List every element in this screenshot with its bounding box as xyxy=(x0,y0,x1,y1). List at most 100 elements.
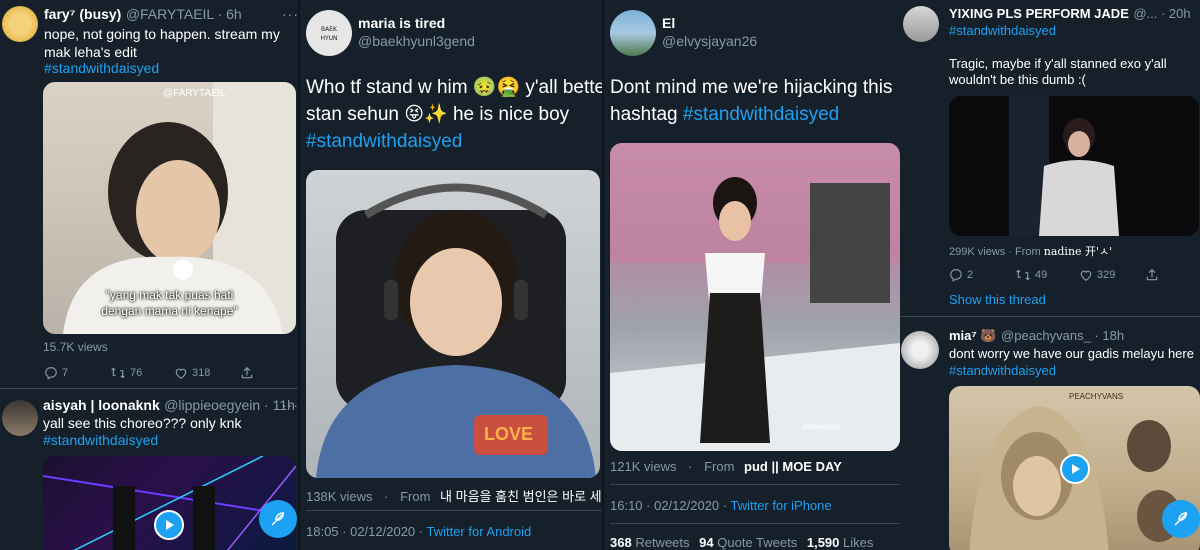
author-handle[interactable]: @peachyvans_ · 18h xyxy=(1001,328,1124,343)
avatar[interactable] xyxy=(610,10,656,56)
timestamp[interactable]: 16:10 · 02/12/2020 · xyxy=(610,498,730,513)
quotes-label: Quote Tweets xyxy=(717,535,798,550)
tweet-media[interactable] xyxy=(949,96,1199,236)
reply-button[interactable]: 7 xyxy=(44,366,110,380)
avatar-logo: BAEK HYUN xyxy=(320,26,338,42)
from-source-link[interactable]: nadine 开'ㅅ' xyxy=(1044,245,1112,258)
quotes-stat[interactable]: 94 Quote Tweets xyxy=(699,535,797,550)
media-watermark: wheeinsnz xyxy=(802,422,840,431)
tweet-media[interactable]: @FARYTAEIL "yang mak tak puas hati denga… xyxy=(43,82,296,334)
author-name[interactable]: aisyah | loonaknk xyxy=(43,397,160,413)
avatar[interactable]: BAEK HYUN xyxy=(306,10,352,56)
client-link[interactable]: Twitter for iPhone xyxy=(730,498,831,513)
svg-text:HYUN: HYUN xyxy=(320,35,337,42)
panel-col1: fary⁷ (busy) @FARYTAEIL · 6h ··· nope, n… xyxy=(0,0,298,550)
timestamp-row: 16:10 · 02/12/2020 · Twitter for iPhone xyxy=(610,498,832,513)
avatar[interactable] xyxy=(901,331,939,369)
engagement-stats: 368 Retweets 94 Quote Tweets 1,590 Likes xyxy=(610,535,873,550)
likes-label: Likes xyxy=(843,535,874,550)
reply-count: 2 xyxy=(967,269,974,281)
panel-col2: BAEK HYUN maria is tired @baekhyunl3gend … xyxy=(300,0,602,550)
hashtag-link[interactable]: #standwithdaisyed xyxy=(306,128,602,155)
feather-icon xyxy=(271,512,285,526)
author-handle[interactable]: @... · 20h xyxy=(1133,6,1190,21)
tweet-divider xyxy=(900,316,1200,317)
like-button[interactable]: 318 xyxy=(174,366,240,380)
svg-text:BAEK: BAEK xyxy=(321,26,338,33)
play-button[interactable] xyxy=(1060,454,1090,484)
tweet-header: YIXING PLS PERFORM JADE @... · 20h xyxy=(949,5,1191,23)
author-name[interactable]: maria is tired xyxy=(358,15,445,31)
avatar[interactable] xyxy=(903,6,939,42)
author-handle[interactable]: @FARYTAEIL · 6h xyxy=(126,6,242,22)
retweet-button[interactable]: 76 xyxy=(110,366,174,380)
hashtag-link[interactable]: #standwithdaisyed xyxy=(43,431,158,449)
play-icon xyxy=(166,520,174,530)
media-watermark: PEACHYVANS xyxy=(1069,392,1124,401)
separator: · xyxy=(384,489,389,504)
from-label: From xyxy=(704,459,735,474)
view-info: 138K views · From 내 마음을 훔친 범인은 바로 세… xyxy=(306,486,602,505)
retweets-label: Retweets xyxy=(635,535,690,550)
retweet-icon xyxy=(111,367,125,379)
play-button[interactable] xyxy=(154,510,184,540)
compose-tweet-button[interactable] xyxy=(1162,500,1200,538)
share-button[interactable] xyxy=(240,366,254,380)
author-name[interactable]: El xyxy=(662,15,675,31)
like-count: 329 xyxy=(1097,269,1116,281)
tweet-divider xyxy=(610,484,900,485)
like-button[interactable]: 329 xyxy=(1079,268,1145,282)
retweet-button[interactable]: 49 xyxy=(1015,268,1079,282)
reply-button[interactable]: 2 xyxy=(949,268,1015,282)
tweet-text-line: Who tf stand w him 🤢🤮 y'all better xyxy=(306,77,602,98)
hashtag-link[interactable]: #standwithdaisyed xyxy=(949,22,1056,40)
tweet-header: mia⁷ 🐻 @peachyvans_ · 18h xyxy=(949,327,1124,345)
view-count: 15.7K views xyxy=(43,340,108,354)
tweet-media[interactable] xyxy=(43,456,296,550)
author-handle[interactable]: @lippieoegyein · 11h xyxy=(164,397,295,413)
timestamp[interactable]: 18:05 · 02/12/2020 · xyxy=(306,524,426,539)
more-options-icon[interactable]: ··· xyxy=(282,397,298,413)
tweet-text-line: stan sehun 😝✨ he is nice boy xyxy=(306,104,570,125)
tweet-text: Tragic, maybe if y'all stanned exo y'all… xyxy=(949,56,1167,87)
tweet-text-line: Dont mind me we're hijacking this xyxy=(610,77,893,98)
tweet-text: Dont mind me we're hijacking this hashta… xyxy=(610,74,892,128)
media-caption: "yang mak tak puas hati dengan mama ni k… xyxy=(43,287,296,319)
heart-icon xyxy=(1080,270,1092,281)
author-handle[interactable]: @baekhyunl3gend xyxy=(358,33,475,49)
share-icon xyxy=(241,366,253,379)
from-source-link[interactable]: 내 마음을 훔친 범인은 바로 세… xyxy=(440,489,602,504)
avatar[interactable] xyxy=(2,400,38,436)
share-button[interactable] xyxy=(1145,268,1159,282)
tweet-actions: 2 49 329 xyxy=(949,268,1159,282)
avatar[interactable] xyxy=(2,6,38,42)
show-thread-link[interactable]: Show this thread xyxy=(949,291,1046,309)
author-name[interactable]: mia⁷ 🐻 xyxy=(949,328,997,343)
view-info: 121K views · From pud || MOE DAY xyxy=(610,459,842,474)
author-handle[interactable]: @elvysjayan26 xyxy=(662,33,757,49)
tweet-header: fary⁷ (busy) @FARYTAEIL · 6h xyxy=(44,6,242,24)
retweets-stat[interactable]: 368 Retweets xyxy=(610,535,690,550)
hashtag-link[interactable]: #standwithdaisyed xyxy=(949,362,1056,380)
hashtag-link[interactable]: #standwithdaisyed xyxy=(683,104,839,125)
view-info: 299K views · From nadine 开'ㅅ' xyxy=(949,243,1112,259)
tweet-text: nope, not going to happen. stream my mak… xyxy=(44,26,280,60)
retweet-count: 49 xyxy=(1035,269,1048,281)
view-count: 138K views xyxy=(306,489,373,504)
more-options-icon[interactable]: ··· xyxy=(282,6,298,22)
client-link[interactable]: Twitter for Android xyxy=(426,524,531,539)
from-source-link[interactable]: pud || MOE DAY xyxy=(744,459,842,474)
view-count: 121K views xyxy=(610,459,677,474)
compose-tweet-button[interactable] xyxy=(259,500,297,538)
tweet-media[interactable]: wheeinsnz xyxy=(610,143,900,451)
from-label: From xyxy=(400,489,431,504)
author-name[interactable]: fary⁷ (busy) xyxy=(44,6,121,22)
view-count: 299K views · From xyxy=(949,246,1044,258)
reply-count: 7 xyxy=(62,367,69,379)
hashtag-link[interactable]: #standwithdaisyed xyxy=(44,59,159,77)
timestamp-row: 18:05 · 02/12/2020 · Twitter for Android xyxy=(306,524,531,539)
author-name[interactable]: YIXING PLS PERFORM JADE xyxy=(949,6,1129,21)
likes-stat[interactable]: 1,590 Likes xyxy=(807,535,874,550)
tweet-media[interactable]: LOVE xyxy=(306,170,600,478)
retweet-count: 76 xyxy=(130,367,143,379)
